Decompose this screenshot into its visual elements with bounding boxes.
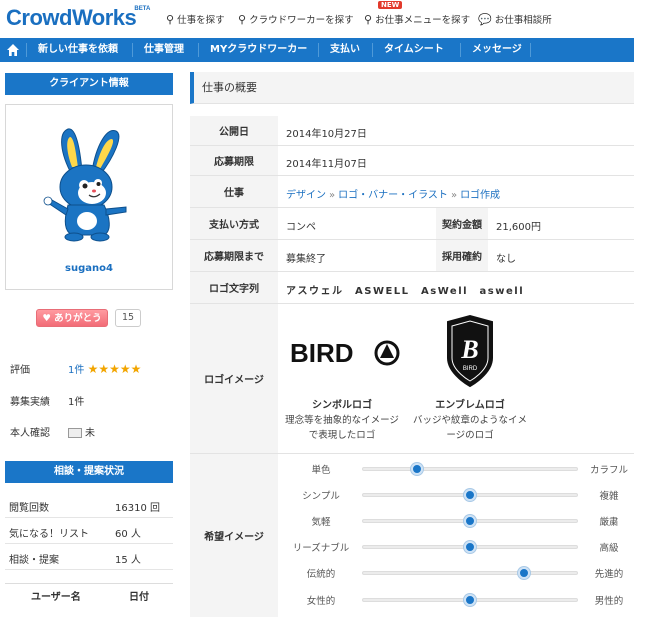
main-menu: 新しい仕事を依頼 仕事管理 MYクラウドワーカー 支払い タイムシート メッセー…	[0, 38, 634, 62]
image-slider: 伝統的 先進的	[286, 562, 636, 582]
mascot-avatar	[43, 128, 127, 242]
slider-left-label: 気軽	[311, 517, 331, 528]
crumb-logo-banner[interactable]: ロゴ・バナー・イラスト	[338, 190, 448, 201]
image-slider: リーズナブル 高級	[286, 536, 636, 556]
new-badge: NEW	[378, 1, 403, 9]
slider-right-label: 先進的	[594, 569, 624, 580]
nav-find-jobs[interactable]: ⚲ 仕事を探す	[166, 12, 225, 26]
slider-track[interactable]	[362, 541, 578, 553]
menu-job-management[interactable]: 仕事管理	[144, 38, 184, 62]
search-icon: ⚲	[238, 13, 247, 26]
chat-icon: 💬	[478, 13, 492, 26]
overview-title: 仕事の概要	[190, 72, 634, 104]
slider-knob[interactable]	[410, 463, 423, 475]
row-until: 応募期限まで 募集終了 採用確約 なし	[190, 240, 634, 272]
slider-left-label: 伝統的	[306, 569, 336, 580]
slider-track[interactable]	[362, 515, 578, 527]
stat-row: 相談・提案 15 人	[5, 544, 173, 570]
emblem-logo-description: バッジや紋章のようなイメージのロゴ	[412, 415, 527, 441]
menu-payment[interactable]: 支払い	[330, 38, 360, 62]
rating-stars: ★★★★★	[87, 362, 142, 376]
image-slider: シンプル 複雑	[286, 484, 636, 504]
heart-icon: ♥	[42, 313, 51, 324]
slider-track[interactable]	[362, 463, 578, 475]
slider-knob[interactable]	[464, 594, 476, 606]
nav-consultation[interactable]: 💬 お仕事相談所	[478, 12, 552, 26]
row-payment: 支払い方式 コンペ 契約金額 21,600円	[190, 208, 634, 240]
image-slider: 女性的 男性的	[286, 589, 636, 609]
search-icon: ⚲	[166, 13, 175, 26]
slider-left-label: 女性的	[306, 596, 336, 607]
client-name[interactable]: sugano4	[6, 263, 172, 274]
symbol-logo-option: BIRD シンボルロゴ 理念等を抽象的なイメージで表現したロゴ	[282, 312, 412, 441]
crumb-design[interactable]: デザイン	[286, 190, 326, 201]
image-slider: 気軽 厳粛	[286, 510, 636, 530]
slider-left-label: 単色	[311, 465, 331, 476]
nav-find-workers[interactable]: ⚲ クラウドワーカーを探す	[238, 12, 354, 26]
thanks-button[interactable]: ♥ ありがとう	[36, 309, 108, 327]
search-icon: ⚲	[364, 13, 373, 26]
slider-left-label: リーズナブル	[292, 543, 350, 554]
record-label: 募集実績	[10, 397, 50, 408]
verify-label: 本人確認	[10, 428, 50, 439]
beta-label: BETA	[134, 6, 151, 12]
id-card-icon	[68, 428, 82, 438]
slider-right-label: 男性的	[594, 596, 624, 607]
svg-text:BIRD: BIRD	[290, 338, 354, 368]
symbol-logo-description: 理念等を抽象的なイメージで表現したロゴ	[285, 415, 399, 441]
slider-knob[interactable]	[517, 567, 530, 579]
svg-text:B: B	[460, 335, 478, 364]
client-info-heading: クライアント情報	[5, 73, 173, 95]
nav-find-menus[interactable]: NEW ⚲ お仕事メニューを探す	[364, 1, 470, 26]
rating-value: 1件 ★★★★★	[68, 361, 141, 376]
record-value: 1件	[68, 397, 85, 408]
rating-count-link[interactable]: 1件	[68, 365, 84, 376]
emblem-logo-image: B BIRD	[447, 314, 493, 388]
job-breadcrumb: デザイン» ロゴ・バナー・イラスト» ロゴ作成	[286, 190, 501, 201]
slider-left-label: シンプル	[302, 491, 340, 502]
emblem-logo-option: B BIRD エンブレムロゴ バッジや紋章のようなイメージのロゴ	[410, 312, 530, 441]
row-deadline: 応募期限 2014年11月07日	[190, 146, 634, 176]
menu-my-workers[interactable]: MYクラウドワーカー	[210, 38, 307, 62]
row-logo-text: ロゴ文字列 アスウェル ASWELL AsWell aswell	[190, 272, 634, 304]
slider-right-label: カラフル	[589, 465, 628, 476]
verify-value: 未	[68, 424, 95, 439]
slider-knob[interactable]	[464, 541, 476, 553]
menu-timesheet[interactable]: タイムシート	[384, 38, 444, 62]
stat-row: 気になる！リスト 60 人	[5, 518, 173, 544]
slider-knob[interactable]	[464, 489, 476, 501]
emblem-logo-caption: エンブレムロゴ	[435, 400, 505, 411]
client-card: sugano4	[5, 104, 173, 290]
thanks-count: 15	[115, 309, 141, 327]
crumb-logo-creation[interactable]: ロゴ作成	[460, 190, 500, 201]
home-icon[interactable]	[6, 43, 20, 57]
col-date: 日付	[129, 592, 149, 603]
slider-right-label: 複雑	[599, 491, 619, 502]
site-logo[interactable]: CrowdWorks BETA	[6, 5, 150, 31]
menu-messages[interactable]: メッセージ	[472, 38, 522, 62]
symbol-logo-caption: シンボルロゴ	[312, 400, 372, 411]
slider-track[interactable]	[362, 594, 578, 606]
col-username: ユーザー名	[31, 592, 81, 603]
rating-label: 評価	[10, 365, 30, 376]
slider-track[interactable]	[362, 489, 578, 501]
menu-new-request[interactable]: 新しい仕事を依頼	[38, 38, 118, 62]
svg-text:BIRD: BIRD	[463, 366, 478, 372]
slider-right-label: 厳粛	[599, 517, 619, 528]
stat-row: 閲覧回数 16310 回	[5, 492, 173, 518]
status-heading: 相談・提案状況	[5, 461, 173, 483]
slider-knob[interactable]	[464, 515, 476, 527]
slider-right-label: 高級	[599, 543, 619, 554]
symbol-logo-image: BIRD	[290, 338, 400, 368]
top-bar: CrowdWorks BETA ⚲ 仕事を探す ⚲ クラウドワーカーを探す NEW ⚲…	[0, 0, 654, 38]
row-job-category: 仕事 デザイン» ロゴ・バナー・イラスト» ロゴ作成	[190, 176, 634, 208]
image-slider: 単色 カラフル	[286, 458, 636, 478]
proposal-table-header: ユーザー名 日付	[5, 583, 173, 603]
slider-track[interactable]	[362, 567, 578, 579]
row-published: 公開日 2014年10月27日	[190, 116, 634, 146]
